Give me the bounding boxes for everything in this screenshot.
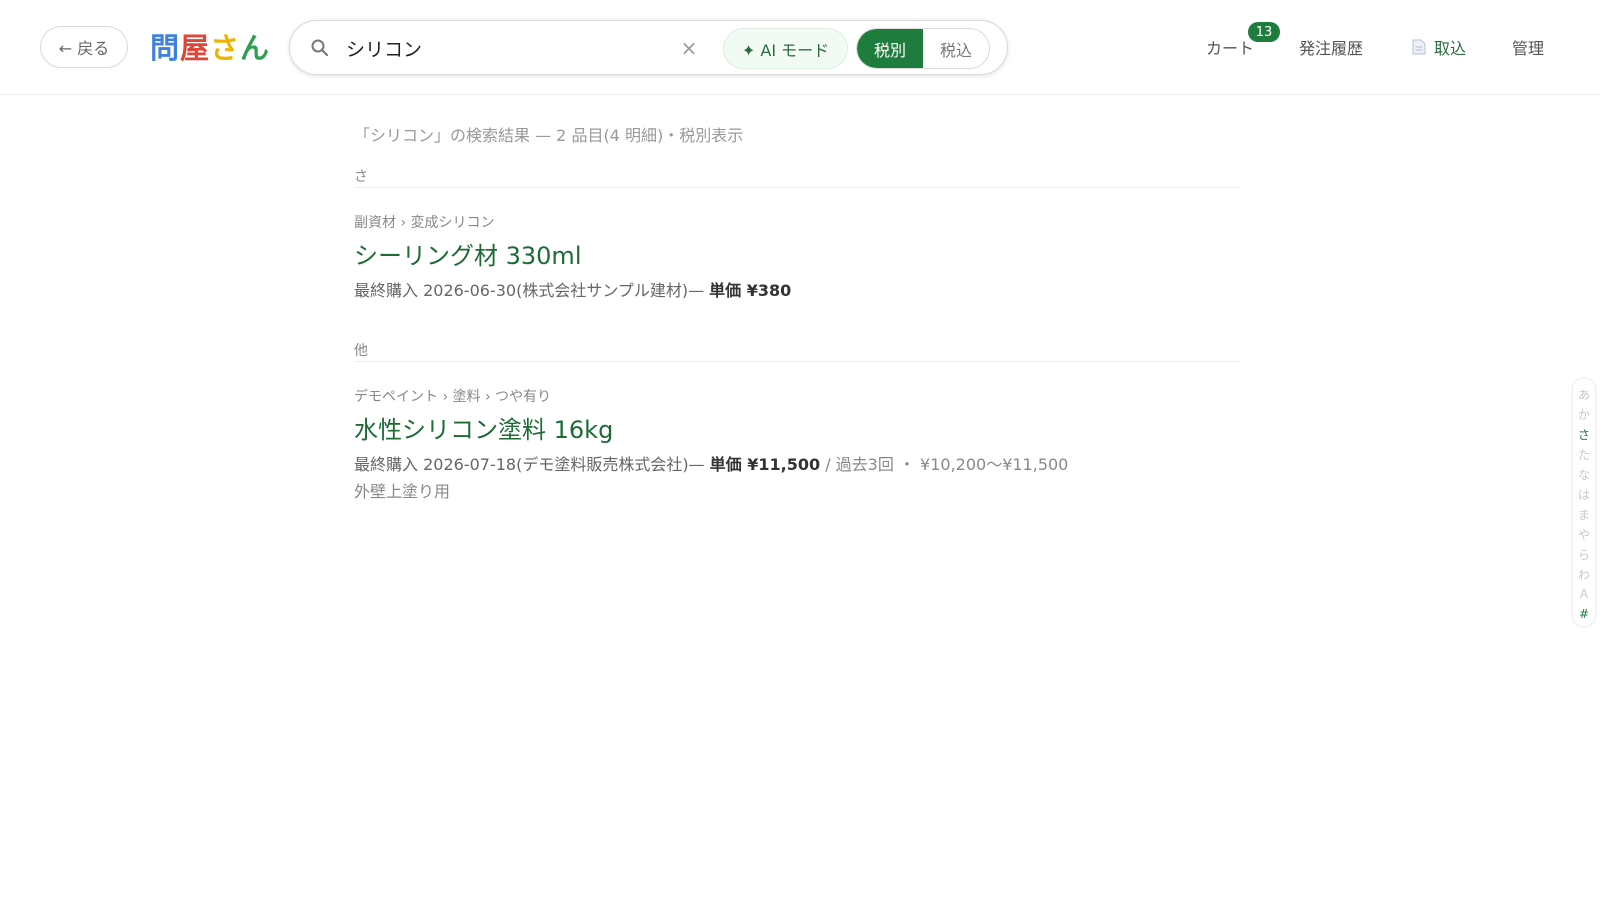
cart-count-badge: 13 [1248,22,1280,42]
tax-mode-toggle: 税別 税込 [856,28,990,69]
item-breadcrumb: デモペイント › 塗料 › つや有り [354,389,551,405]
index-letter[interactable]: ま [1578,504,1590,524]
logo-char-2: 屋 [180,31,211,65]
item-meta: 最終購入 2026-06-30(株式会社サンプル建材)— 単価 ¥380 [354,277,791,301]
clear-search-button[interactable]: × [676,35,702,61]
item-unit-price: 単価 ¥380 [709,281,792,300]
item-title-link[interactable]: 水性シリコン塗料 16kg [354,410,613,445]
kana-index-bar: あ か さ た な は ま や ら わ A # [1572,377,1596,627]
item-meta: 最終購入 2026-07-18(デモ塗料販売株式会社)— 単価 ¥11,500 … [354,451,1068,475]
logo-char-1: 問 [150,31,181,65]
index-letter[interactable]: A [1580,584,1588,604]
results-summary: 「シリコン」の検索結果 — 2 品目(4 明細)・税別表示 [354,126,744,145]
section-heading: さ [354,166,1240,188]
item-breadcrumb: 副資材 › 変成シリコン [354,215,495,231]
nav-import-label: 取込 [1434,39,1467,58]
tax-included-option[interactable]: 税込 [923,29,989,68]
item-unit-price: 単価 ¥11,500 [709,455,821,474]
tax-excluded-option[interactable]: 税別 [857,29,923,68]
index-letter[interactable]: さ [1578,424,1590,444]
index-letter[interactable]: や [1578,524,1590,544]
nav-admin[interactable]: 管理 [1512,34,1544,60]
app-logo[interactable]: 問 屋 さ ん [150,26,270,66]
nav-cart[interactable]: カート [1206,34,1254,60]
nav-import[interactable]: 取込 [1412,34,1466,60]
index-letter[interactable]: わ [1578,564,1590,584]
index-letter[interactable]: た [1578,444,1590,464]
item-title-link[interactable]: シーリング材 330ml [354,236,581,271]
nav-cart-label: カート [1206,39,1255,58]
back-button[interactable]: ← 戻る [40,26,128,68]
document-icon [1412,39,1426,55]
nav-admin-label: 管理 [1512,39,1545,58]
index-letter[interactable]: # [1579,604,1589,624]
logo-char-3: さ [210,31,241,65]
index-letter[interactable]: ら [1578,544,1590,564]
top-header: ← 戻る 問 屋 さ ん × ✦ AI モード 税別 税込 カート 13 発注履… [0,0,1600,95]
index-letter[interactable]: な [1578,464,1590,484]
item-note: 外壁上塗り用 [354,482,451,501]
logo-char-4: ん [240,31,271,65]
section-heading: 他 [354,340,1240,362]
index-letter[interactable]: は [1578,484,1590,504]
item-last-purchase: 最終購入 2026-07-18(デモ塗料販売株式会社)— [354,455,710,474]
search-input[interactable] [346,31,666,65]
index-letter[interactable]: あ [1578,384,1590,404]
nav-order-history-label: 発注履歴 [1299,39,1364,58]
search-bar: × ✦ AI モード 税別 税込 [289,20,1008,75]
index-letter[interactable]: か [1578,404,1590,424]
item-price-history: / 過去3回 ・ ¥10,200〜¥11,500 [820,455,1069,474]
nav-order-history[interactable]: 発注履歴 [1299,34,1363,60]
search-icon [311,39,329,57]
ai-mode-button[interactable]: ✦ AI モード [723,28,848,69]
item-last-purchase: 最終購入 2026-06-30(株式会社サンプル建材)— [354,281,710,300]
